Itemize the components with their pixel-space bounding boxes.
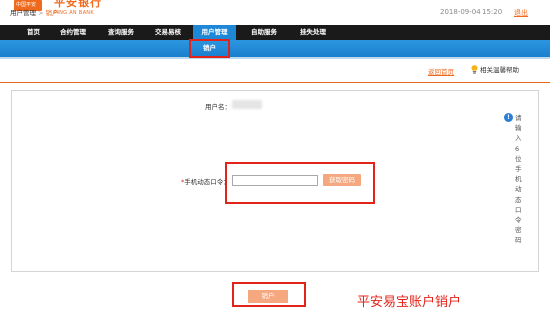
help-link-label: 相关温馨帮助 xyxy=(480,66,519,74)
nav-item-home[interactable]: 首页 xyxy=(27,25,40,40)
help-link[interactable]: 相关温馨帮助 xyxy=(471,64,519,74)
breadcrumb-current: 销户 xyxy=(45,9,59,17)
breadcrumb-root[interactable]: 用户管理 xyxy=(10,9,36,17)
username-value-redacted xyxy=(232,100,262,109)
nav-item-query[interactable]: 查询服务 xyxy=(108,25,134,40)
nav-item-self-service[interactable]: 自助服务 xyxy=(251,25,277,40)
nav-item-transaction[interactable]: 交易易核 xyxy=(155,25,181,40)
breadcrumb: 用户管理 > 销户 xyxy=(10,7,58,17)
otp-label: *手机动态口令： xyxy=(181,176,230,186)
submit-highlight-box xyxy=(232,282,306,307)
header-date: 2018-09-04 xyxy=(440,8,481,16)
bank-logo-name: 平安银行 xyxy=(54,0,102,9)
bank-logo-english: PING AN BANK xyxy=(54,10,94,16)
page: 中国平安 平安银行 PING AN BANK 2018-09-04 15:20 … xyxy=(0,0,550,312)
otp-label-text: 手机动态口令： xyxy=(184,178,230,186)
header-time: 15:20 xyxy=(482,8,503,16)
breadcrumb-divider xyxy=(0,82,550,83)
caption-text: 平安易宝账户销户 xyxy=(357,295,462,310)
username-label: 用户名： xyxy=(205,103,231,111)
header: 中国平安 平安银行 PING AN BANK 2018-09-04 15:20 … xyxy=(0,0,550,25)
breadcrumb-separator: > xyxy=(38,9,44,17)
back-home-link[interactable]: 返回首页 xyxy=(428,66,454,76)
breadcrumb-bar xyxy=(0,59,550,81)
lightbulb-icon xyxy=(471,64,478,74)
otp-highlight-box xyxy=(225,162,375,204)
nav-item-contract[interactable]: 合约管理 xyxy=(60,25,86,40)
main-nav: 首页 合约管理 查询服务 交易易核 用户管理 自助服务 挂失处理 xyxy=(0,25,550,40)
subnav-highlight-box xyxy=(189,39,230,58)
otp-tip-text: 请输入6位手机动态口令密码 xyxy=(515,114,522,245)
nav-item-user-management[interactable]: 用户管理 xyxy=(193,25,236,40)
sub-nav: 销户 xyxy=(0,40,550,57)
info-icon: ! xyxy=(504,113,513,122)
nav-item-loss-report[interactable]: 挂失处理 xyxy=(300,25,326,40)
exit-link[interactable]: 退出 xyxy=(514,8,528,18)
